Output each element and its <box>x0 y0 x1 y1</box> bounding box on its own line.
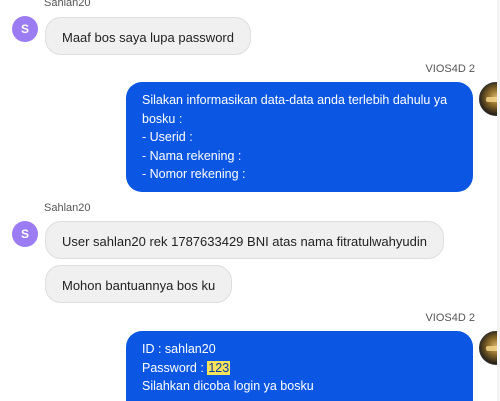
message-line: - Nama rekening : <box>142 148 242 163</box>
message-bubble-outgoing: ID : sahlan20 Password : 123 Silahkan di… <box>126 331 473 401</box>
message-line: - Nomor rekening : <box>142 167 246 181</box>
message-line: Password : 123 <box>142 359 457 378</box>
message-bubble-incoming: Maaf bos saya lupa password <box>45 17 251 55</box>
highlighted-password: 123 <box>207 360 231 375</box>
user-avatar: S <box>12 16 38 42</box>
message-line: - Userid : <box>142 130 193 144</box>
chat-transcript: Sahlan20 S Maaf bos saya lupa password V… <box>0 0 500 401</box>
user-avatar: S <box>12 221 38 247</box>
sender-name: Sahlan20 <box>44 0 91 9</box>
message-bubble-incoming: Mohon bantuannya bos ku <box>45 265 233 303</box>
message-line: Silakan informasikan data-data anda terl… <box>142 93 448 107</box>
agent-name: VIOS4D 2 <box>425 312 475 324</box>
message-text: Mohon bantuannya bos ku <box>62 278 216 293</box>
message-line: Silahkan dicoba login ya bosku <box>142 379 314 393</box>
message-bubble-incoming: User sahlan20 rek 1787633429 BNI atas na… <box>45 221 444 259</box>
message-line: ID : sahlan20 <box>142 342 216 356</box>
agent-name: VIOS4D 2 <box>425 63 475 75</box>
message-text: User sahlan20 rek 1787633429 BNI atas na… <box>62 234 427 249</box>
message-text: Maaf bos saya lupa password <box>62 30 234 45</box>
password-label: Password : <box>142 360 208 375</box>
sender-name: Sahlan20 <box>44 202 91 214</box>
message-line: bosku : <box>142 111 183 126</box>
message-bubble-outgoing: Silakan informasikan data-data anda terl… <box>126 82 473 192</box>
